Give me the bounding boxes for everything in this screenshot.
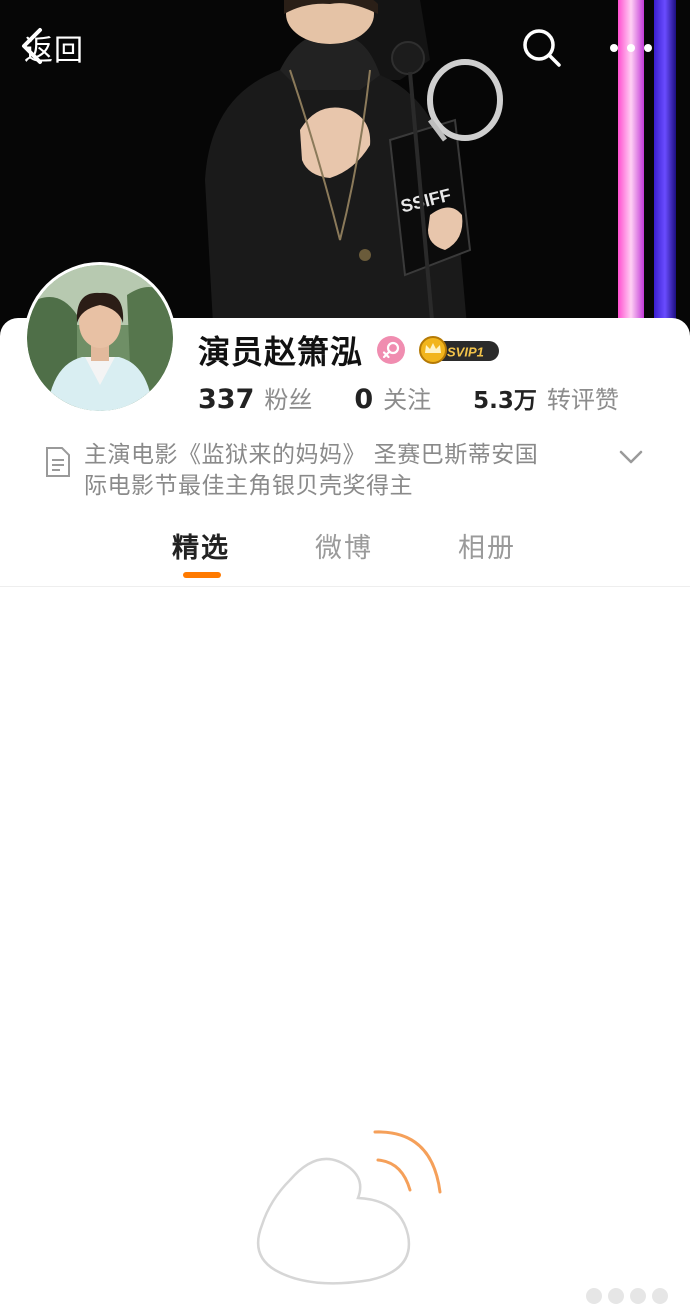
svip-badge[interactable]: SVIP1: [417, 335, 501, 365]
bio-text: 主演电影《监狱来的妈妈》 圣赛巴斯蒂安国 际电影节最佳主角银贝壳奖得主: [84, 440, 604, 502]
interactions-label: 转评赞: [546, 386, 619, 414]
stat-interactions[interactable]: 5.3万 转评赞: [473, 380, 619, 415]
top-nav-bar: 返回: [0, 0, 690, 96]
chevron-left-icon: [22, 28, 42, 64]
female-icon: [377, 336, 406, 364]
document-icon: [46, 447, 70, 477]
search-button[interactable]: [520, 26, 564, 70]
following-label: 关注: [383, 386, 432, 414]
loading-icon: [256, 1130, 442, 1285]
tab-weibo[interactable]: 微博: [315, 526, 373, 565]
avatar[interactable]: [24, 262, 176, 414]
bio-line-2: 际电影节最佳主角银贝壳奖得主: [84, 473, 413, 499]
page-dots-icon: [586, 1288, 668, 1304]
svip-label: SVIP1: [447, 345, 484, 360]
search-icon: [523, 29, 561, 67]
more-button[interactable]: [604, 26, 658, 70]
more-icon: [610, 44, 652, 52]
profile-stats: 337 粉丝 0 关注 5.3万 转评赞: [198, 380, 619, 422]
chevron-down-icon[interactable]: [618, 448, 644, 466]
stat-followers[interactable]: 337 粉丝: [198, 380, 312, 415]
avatar-image: [27, 265, 173, 411]
following-count: 0: [354, 384, 374, 415]
profile-tabs: 精选 微博 相册: [0, 520, 690, 587]
profile-name-row: 演员赵箫泓 SVIP1: [198, 326, 501, 374]
followers-count: 337: [198, 384, 255, 415]
back-button[interactable]: 返回: [18, 26, 84, 70]
active-tab-indicator: [183, 572, 221, 578]
tab-album[interactable]: 相册: [458, 526, 516, 565]
tab-featured[interactable]: 精选: [172, 526, 230, 565]
followers-label: 粉丝: [264, 386, 313, 414]
bio-line-1: 主演电影《监狱来的妈妈》 圣赛巴斯蒂安国: [84, 442, 539, 468]
profile-name: 演员赵箫泓: [198, 333, 364, 371]
interactions-count: 5.3万: [473, 388, 537, 414]
stat-following[interactable]: 0 关注: [354, 380, 431, 415]
